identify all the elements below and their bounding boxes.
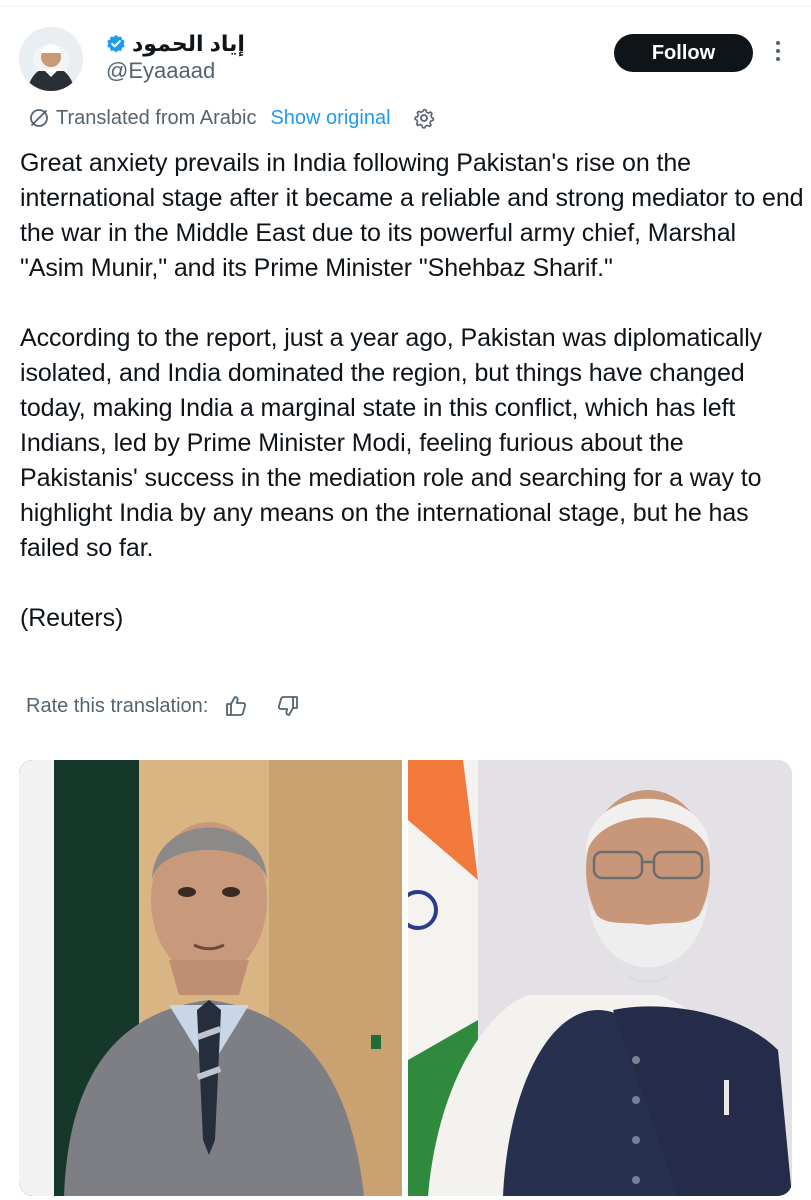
- more-vertical-icon[interactable]: [770, 41, 786, 65]
- translate-icon: [30, 109, 48, 127]
- translation-bar: Translated from Arabic Show original: [28, 105, 435, 131]
- translated-label: Translated from Arabic: [56, 106, 257, 129]
- author-display-name: إياد الحمود: [132, 31, 245, 56]
- thumbs-up-icon[interactable]: [224, 694, 248, 718]
- follow-button[interactable]: Follow: [614, 34, 753, 72]
- thumbs-down-icon[interactable]: [276, 694, 300, 718]
- rate-translation-label: Rate this translation:: [26, 694, 209, 717]
- top-divider: [0, 6, 811, 7]
- show-original-link[interactable]: Show original: [270, 107, 390, 130]
- rate-translation-bar: Rate this translation:: [26, 692, 300, 720]
- gear-icon[interactable]: [413, 107, 435, 129]
- author-name-row[interactable]: إياد الحمود: [106, 30, 245, 58]
- verified-badge-icon: [107, 34, 125, 53]
- author-avatar[interactable]: [19, 27, 83, 91]
- author-handle[interactable]: @Eyaaaad: [106, 58, 215, 84]
- tweet-text: Great anxiety prevails in India followin…: [20, 149, 804, 632]
- tweet-image-right[interactable]: [408, 760, 792, 1196]
- tweet-image-left[interactable]: [19, 760, 402, 1196]
